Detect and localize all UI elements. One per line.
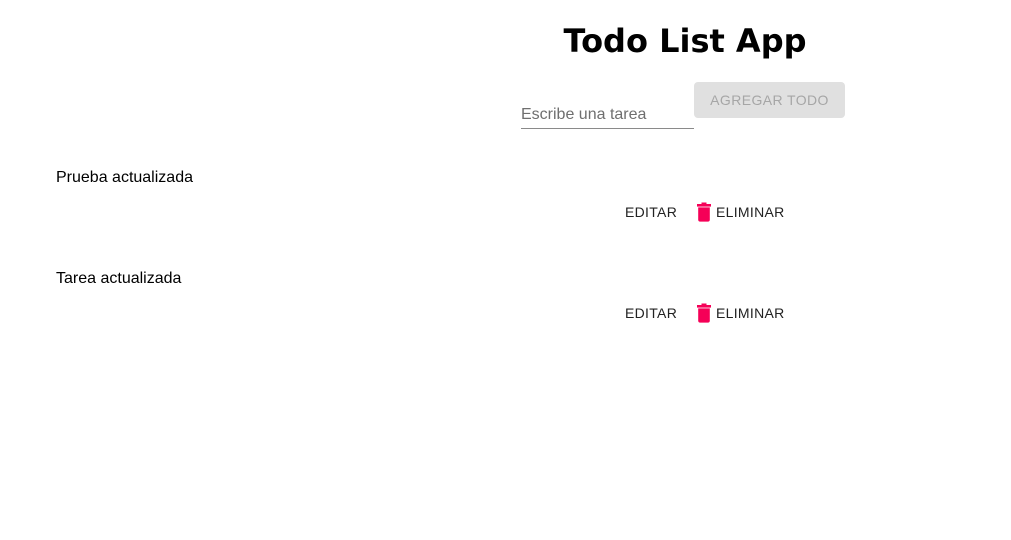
todo-input[interactable]: [521, 102, 694, 129]
delete-button-label: ELIMINAR: [716, 204, 785, 220]
edit-button[interactable]: EDITAR: [625, 200, 677, 224]
delete-button[interactable]: ELIMINAR: [696, 200, 785, 224]
edit-button-label: EDITAR: [625, 305, 678, 321]
page-title: Todo List App: [563, 22, 807, 60]
todo-app: Todo List App AGREGAR TODO Prueba actual…: [0, 0, 1011, 540]
delete-button-label: ELIMINAR: [716, 305, 785, 321]
todo-item: Prueba actualizada EDITAR ELIMINAR: [0, 168, 1011, 258]
edit-button-label: EDITAR: [625, 204, 678, 220]
todo-text: Tarea actualizada: [56, 270, 182, 287]
add-todo-button[interactable]: AGREGAR TODO: [694, 82, 845, 118]
delete-button[interactable]: ELIMINAR: [696, 301, 785, 325]
todo-item: Tarea actualizada EDITAR ELIMINAR: [0, 269, 1011, 359]
edit-button[interactable]: EDITAR: [625, 301, 677, 325]
trash-icon: [696, 202, 712, 222]
trash-icon: [696, 303, 712, 323]
todo-text: Prueba actualizada: [56, 169, 193, 186]
